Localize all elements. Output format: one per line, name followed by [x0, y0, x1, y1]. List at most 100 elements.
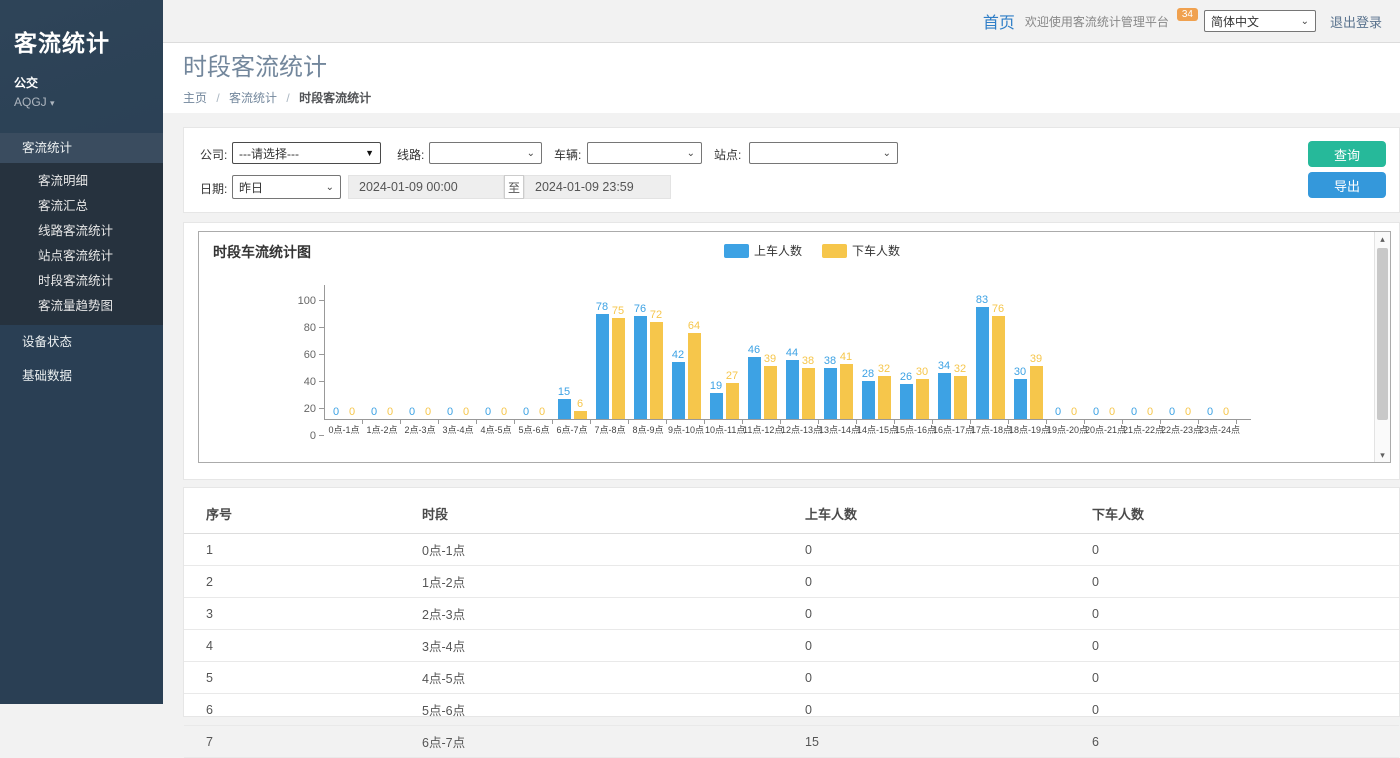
table-cell: 0 — [797, 598, 1084, 630]
chart-panel: 时段车流统计图 上车人数 下车人数 0000000000001567875767… — [183, 222, 1400, 480]
table-cell: 3 — [184, 598, 414, 630]
sidebar-item-passenger-summary[interactable]: 客流汇总 — [0, 194, 163, 219]
vehicle-select[interactable]: ⌄ — [587, 142, 702, 164]
bar-value-label: 0 — [425, 406, 431, 418]
org-name: 公交 — [0, 64, 163, 93]
bar — [612, 318, 625, 419]
x-axis-label: 7点-8点 — [591, 424, 629, 436]
bar-value-label: 0 — [409, 406, 415, 418]
bar — [748, 357, 761, 419]
bar-value-label: 26 — [900, 371, 912, 383]
bar — [900, 384, 913, 419]
date-to-separator: 至 — [504, 175, 524, 199]
x-axis-label: 4点-5点 — [477, 424, 515, 436]
bar-value-label: 0 — [349, 406, 355, 418]
bar-group: 3841 — [819, 284, 857, 419]
company-select[interactable]: ---请选择--- ▼ — [232, 142, 381, 164]
breadcrumb-home[interactable]: 主页 — [183, 91, 207, 105]
table-cell: 2点-3点 — [414, 598, 797, 630]
date-end-input[interactable]: 2024-01-09 23:59 — [524, 175, 671, 199]
table-cell: 4 — [184, 630, 414, 662]
legend-swatch-yellow — [822, 244, 847, 258]
home-link[interactable]: 首页 — [983, 9, 1015, 33]
bar-value-label: 0 — [1131, 406, 1137, 418]
query-button[interactable]: 查询 — [1308, 141, 1386, 167]
date-preset-select[interactable]: 昨日 ⌄ — [232, 175, 341, 199]
scroll-up-arrow[interactable]: ▴ — [1375, 232, 1390, 246]
x-axis-label: 21点-22点 — [1123, 424, 1161, 436]
x-axis-label: 18点-19点 — [1009, 424, 1047, 436]
sidebar-item-station-stats[interactable]: 站点客流统计 — [0, 244, 163, 269]
bar-group: 4264 — [667, 284, 705, 419]
bar-value-label: 0 — [333, 406, 339, 418]
sidebar-item-device-status[interactable]: 设备状态 — [0, 325, 163, 359]
bar-value-label: 28 — [862, 368, 874, 380]
export-button[interactable]: 导出 — [1308, 172, 1386, 198]
line-select[interactable]: ⌄ — [429, 142, 542, 164]
bar — [688, 333, 701, 419]
bar-value-label: 75 — [612, 305, 624, 317]
col-header-index: 序号 — [184, 492, 414, 534]
y-tick — [319, 354, 324, 355]
table-cell: 0 — [1084, 630, 1399, 662]
breadcrumb-current: 时段客流统计 — [299, 91, 371, 105]
bar-value-label: 32 — [954, 363, 966, 375]
date-preset-value: 昨日 — [239, 179, 263, 196]
bar-value-label: 0 — [539, 406, 545, 418]
vehicle-label: 车辆: — [554, 146, 581, 163]
station-label: 站点: — [714, 146, 741, 163]
scroll-down-arrow[interactable]: ▾ — [1375, 448, 1390, 462]
user-dropdown[interactable]: AQGJ ▾ — [0, 93, 163, 109]
table-row: 10点-1点00 — [184, 534, 1399, 566]
welcome-text: 欢迎使用客流统计管理平台 — [1025, 13, 1169, 30]
bar — [862, 381, 875, 419]
col-header-period: 时段 — [414, 492, 797, 534]
notification-badge[interactable]: 34 — [1177, 8, 1198, 21]
chart-scrollbar[interactable]: ▴ ▾ — [1374, 232, 1390, 462]
legend-item-alighting[interactable]: 下车人数 — [822, 242, 900, 259]
sidebar-item-trend-chart[interactable]: 客流量趋势图 — [0, 294, 163, 319]
station-select[interactable]: ⌄ — [749, 142, 898, 164]
bar-value-label: 72 — [650, 309, 662, 321]
bar-group: 2630 — [895, 284, 933, 419]
table-cell: 6点-7点 — [414, 726, 797, 758]
x-axis-label: 22点-23点 — [1161, 424, 1199, 436]
bar — [764, 366, 777, 419]
x-axis-label: 9点-10点 — [667, 424, 705, 436]
logout-link[interactable]: 退出登录 — [1330, 12, 1382, 31]
bar-value-label: 44 — [786, 347, 798, 359]
breadcrumb-section[interactable]: 客流统计 — [229, 91, 277, 105]
x-axis-labels: 0点-1点1点-2点2点-3点3点-4点4点-5点5点-6点6点-7点7点-8点… — [325, 424, 1251, 436]
bar-value-label: 46 — [748, 344, 760, 356]
chart-plot: 0000000000001567875767242641927463944383… — [324, 285, 1251, 420]
legend-swatch-blue — [724, 244, 749, 258]
legend-item-boarding[interactable]: 上车人数 — [724, 242, 802, 259]
bar — [954, 376, 967, 419]
bar-value-label: 6 — [577, 398, 583, 410]
breadcrumb-separator: / — [216, 91, 219, 105]
x-axis-label: 13点-14点 — [819, 424, 857, 436]
breadcrumb: 主页 / 客流统计 / 时段客流统计 — [183, 89, 1400, 106]
bar — [976, 307, 989, 419]
language-select[interactable]: 简体中文 ⌄ — [1204, 10, 1316, 32]
scrollbar-thumb[interactable] — [1377, 248, 1388, 420]
bar-value-label: 76 — [992, 303, 1004, 315]
bar-value-label: 0 — [523, 406, 529, 418]
y-axis-label: 60 — [282, 349, 316, 361]
table-row: 32点-3点00 — [184, 598, 1399, 630]
bar-value-label: 0 — [501, 406, 507, 418]
sidebar-item-passenger-stats[interactable]: 客流统计 — [0, 133, 163, 163]
bar-value-label: 0 — [387, 406, 393, 418]
sidebar-item-base-data[interactable]: 基础数据 — [0, 359, 163, 393]
bar-group: 4639 — [743, 284, 781, 419]
sidebar-item-line-stats[interactable]: 线路客流统计 — [0, 219, 163, 244]
sidebar-item-passenger-detail[interactable]: 客流明细 — [0, 169, 163, 194]
date-start-input[interactable]: 2024-01-09 00:00 — [348, 175, 504, 199]
table-cell: 0点-1点 — [414, 534, 797, 566]
table-row: 43点-4点00 — [184, 630, 1399, 662]
bar-value-label: 0 — [463, 406, 469, 418]
bar-value-label: 34 — [938, 360, 950, 372]
chevron-down-icon: ⌄ — [1301, 16, 1309, 27]
sidebar-item-period-stats[interactable]: 时段客流统计 — [0, 269, 163, 294]
x-axis-label: 6点-7点 — [553, 424, 591, 436]
